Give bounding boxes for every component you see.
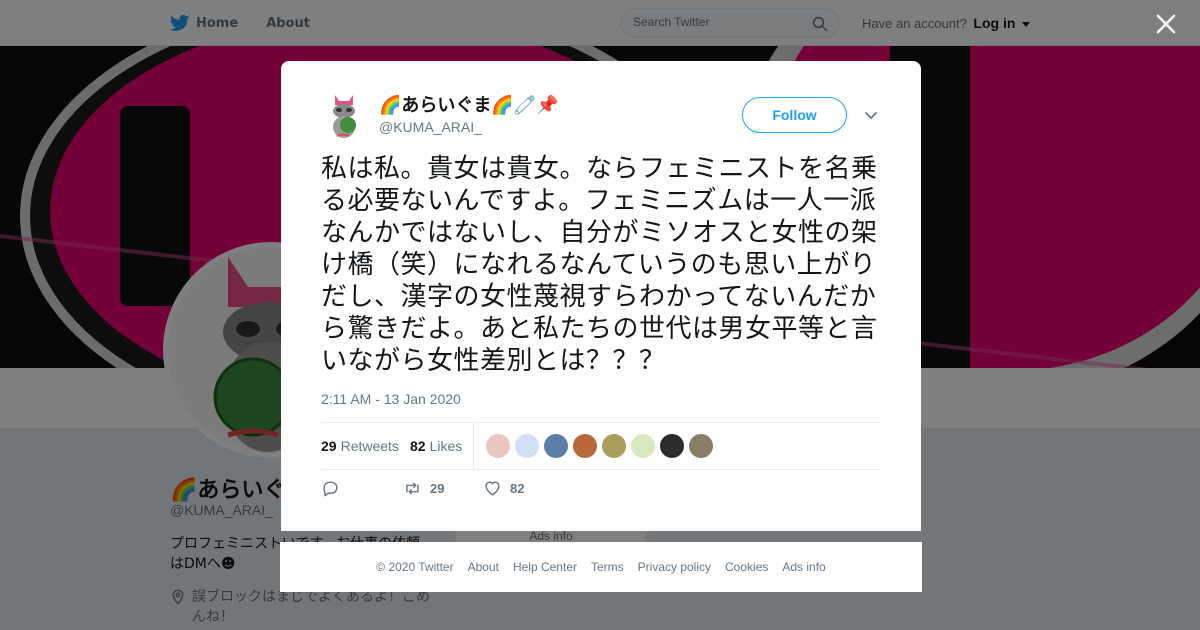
footer-link-help-center[interactable]: Help Center <box>513 560 577 574</box>
liker-avatar[interactable] <box>689 434 713 458</box>
tweet-stats: 29 Retweets 82 Likes <box>321 422 881 470</box>
raccoon-avatar-small <box>321 91 369 139</box>
footer-link-privacy-policy[interactable]: Privacy policy <box>638 560 711 574</box>
liker-avatar[interactable] <box>544 434 568 458</box>
retweet-action-count: 29 <box>430 481 445 496</box>
footer-link-about[interactable]: About <box>468 560 499 574</box>
close-icon[interactable] <box>1152 10 1180 38</box>
tweet-author-handle[interactable]: @KUMA_ARAI_ <box>379 119 482 135</box>
retweet-action[interactable]: 29 <box>403 479 444 498</box>
liker-avatar[interactable] <box>515 434 539 458</box>
like-action-count: 82 <box>510 481 525 496</box>
likes-count: 82 <box>410 438 426 454</box>
likes-label: Likes <box>429 438 463 454</box>
retweets-label: Retweets <box>340 438 399 454</box>
footer-link-ads-info[interactable]: Ads info <box>782 560 825 574</box>
tweet-author-name[interactable]: 🌈あらいぐま🌈🧷📌 <box>379 91 559 117</box>
chevron-down-icon[interactable] <box>863 107 879 123</box>
tweet-actions: 29 82 <box>321 479 881 501</box>
heart-icon <box>485 481 500 496</box>
like-action[interactable]: 82 <box>483 479 524 498</box>
retweets-count: 29 <box>321 438 337 454</box>
liker-avatar[interactable] <box>573 434 597 458</box>
reply-action[interactable] <box>321 479 340 498</box>
tweet-author-avatar[interactable] <box>321 91 369 139</box>
liker-avatar[interactable] <box>486 434 510 458</box>
tweet-modal: 🌈あらいぐま🌈🧷📌 @KUMA_ARAI_ Follow 私は私。貴女は貴女。な… <box>281 61 921 531</box>
modal-footer: © 2020 Twitter About Help Center Terms P… <box>280 542 922 592</box>
footer-copyright: © 2020 Twitter <box>376 560 454 574</box>
retweet-icon <box>406 482 419 495</box>
retweets-stat[interactable]: 29 Retweets <box>321 438 399 454</box>
follow-button[interactable]: Follow <box>742 97 847 133</box>
liker-avatar[interactable] <box>660 434 684 458</box>
stats-divider <box>473 423 474 469</box>
tweet-text: 私は私。貴女は貴女。ならフェミニストを名乗る必要ないんですよ。フェミニズムは一人… <box>321 154 878 376</box>
liker-avatar[interactable] <box>602 434 626 458</box>
reply-icon <box>323 481 338 497</box>
footer-link-cookies[interactable]: Cookies <box>725 560 768 574</box>
footer-link-terms[interactable]: Terms <box>591 560 624 574</box>
tweet-timestamp[interactable]: 2:11 AM - 13 Jan 2020 <box>321 391 461 407</box>
liker-avatar[interactable] <box>631 434 655 458</box>
likes-stat[interactable]: 82 Likes <box>410 438 462 454</box>
